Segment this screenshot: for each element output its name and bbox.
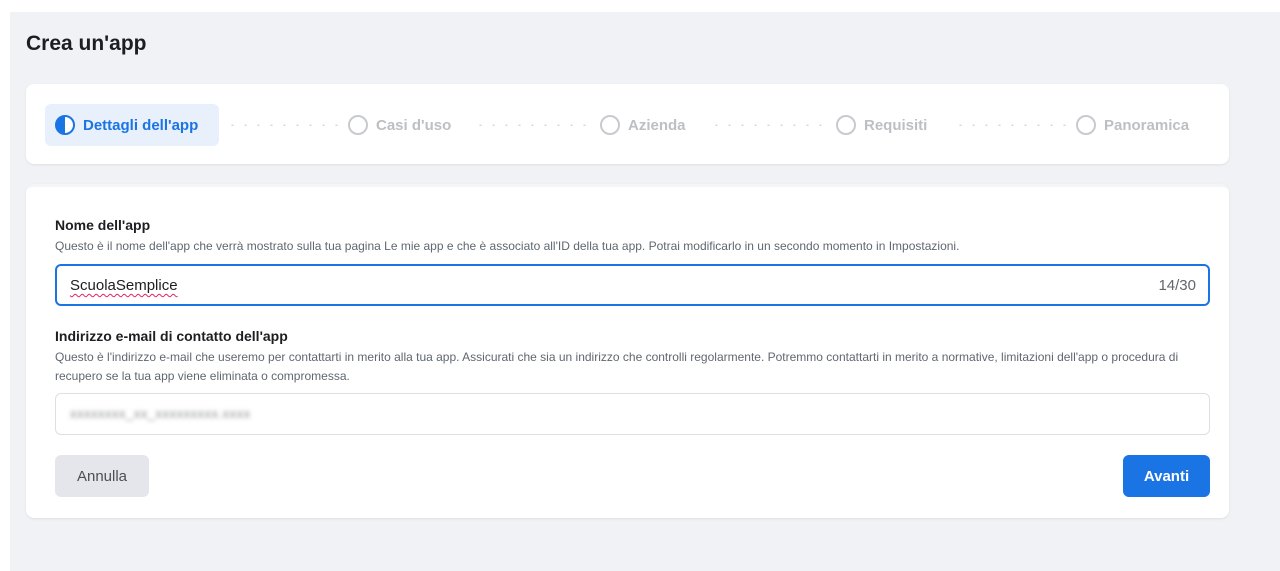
- step-connector: [474, 124, 590, 126]
- contact-email-label: Indirizzo e-mail di contatto dell'app: [55, 328, 288, 344]
- step-label: Casi d'uso: [376, 116, 452, 134]
- cancel-button[interactable]: Annulla: [55, 455, 149, 497]
- page: Crea un'app Dettagli dell'app Casi d'uso…: [10, 12, 1280, 571]
- app-name-label: Nome dell'app: [55, 217, 151, 233]
- step-requirements[interactable]: Requisiti: [826, 104, 956, 146]
- app-name-input[interactable]: ScuolaSemplice 14/30: [55, 264, 1210, 306]
- step-label: Azienda: [628, 116, 686, 134]
- step-connector: [710, 124, 825, 126]
- stepper: Dettagli dell'app Casi d'uso Azienda Req…: [26, 84, 1229, 164]
- contact-email-input[interactable]: xxxxxxxx_xx_xxxxxxxxx.xxxx: [55, 393, 1210, 435]
- step-label: Dettagli dell'app: [83, 116, 199, 134]
- step-business[interactable]: Azienda: [590, 104, 710, 146]
- empty-circle-icon: [348, 115, 368, 135]
- step-use-cases[interactable]: Casi d'uso: [338, 104, 478, 146]
- app-details-form: Nome dell'app Questo è il nome dell'app …: [26, 184, 1229, 518]
- step-app-details[interactable]: Dettagli dell'app: [45, 104, 219, 146]
- half-filled-circle-icon: [55, 115, 75, 135]
- step-label: Panoramica: [1104, 116, 1190, 134]
- empty-circle-icon: [836, 115, 856, 135]
- step-connector: [226, 124, 338, 126]
- page-title: Crea un'app: [26, 32, 147, 55]
- character-counter: 14/30: [1158, 277, 1196, 294]
- step-overview[interactable]: Panoramica: [1066, 104, 1216, 146]
- empty-circle-icon: [1076, 115, 1096, 135]
- empty-circle-icon: [600, 115, 620, 135]
- next-button[interactable]: Avanti: [1123, 455, 1210, 497]
- contact-email-help: Questo è l'indirizzo e-mail che useremo …: [55, 350, 1179, 383]
- redacted-email-value: xxxxxxxx_xx_xxxxxxxxx.xxxx: [70, 406, 251, 421]
- app-name-help: Questo è il nome dell'app che verrà most…: [55, 239, 960, 253]
- app-name-value: ScuolaSemplice: [70, 277, 178, 294]
- step-label: Requisiti: [864, 116, 928, 134]
- step-connector: [954, 124, 1066, 126]
